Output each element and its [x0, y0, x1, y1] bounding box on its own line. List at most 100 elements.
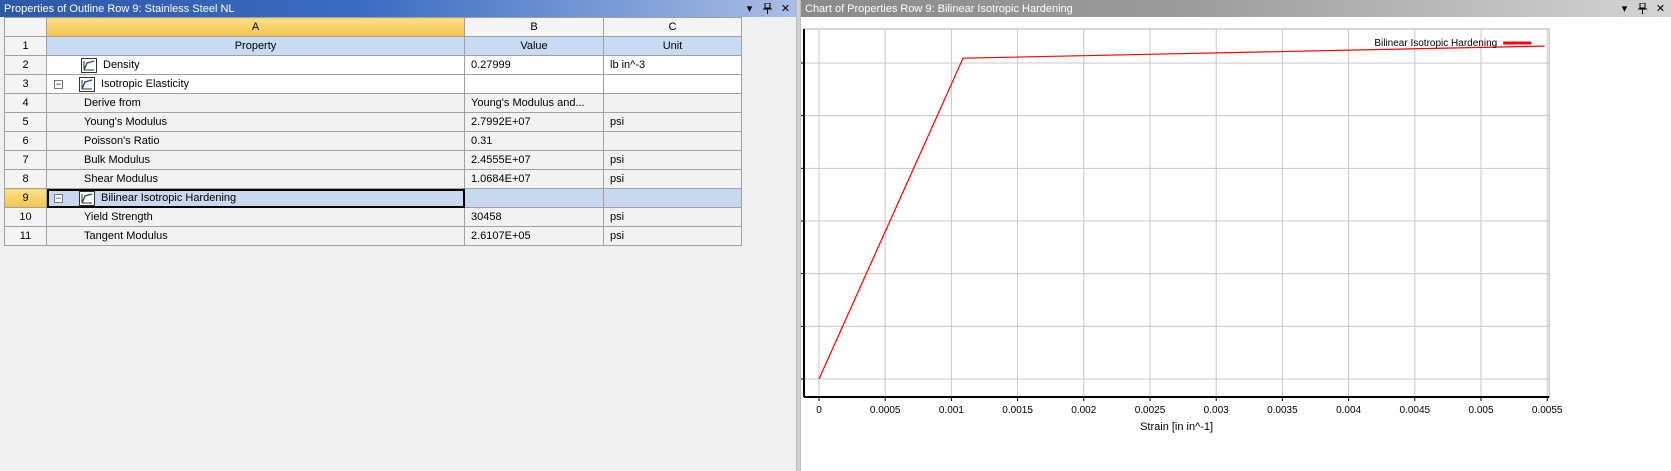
property-cell[interactable]: Shear Modulus [46, 169, 465, 189]
x-axis-title: Strain [in in^-1] [1140, 421, 1213, 433]
unit-cell[interactable]: lb in^-3 [603, 55, 742, 75]
property-row[interactable]: 10 Yield Strength 30458 psi [4, 207, 742, 227]
close-icon[interactable]: ✕ [777, 2, 794, 16]
properties-title: Properties of Outline Row 9: Stainless S… [4, 2, 235, 15]
pin-icon[interactable] [1634, 2, 1651, 16]
x-tick-label: 0.002 [1071, 405, 1096, 416]
x-tick-label: 0.0015 [1002, 405, 1033, 416]
property-cell[interactable]: Density [46, 55, 465, 75]
property-row[interactable]: 6 Poisson's Ratio 0.31 [4, 131, 742, 151]
property-chart-icon[interactable] [79, 76, 95, 92]
property-row[interactable]: 5 Young's Modulus 2.7992E+07 psi [4, 112, 742, 132]
value-cell[interactable]: 2.7992E+07 [464, 112, 604, 132]
value-cell[interactable] [464, 74, 604, 94]
x-tick-label: 0.0055 [1532, 405, 1563, 416]
column-header-a[interactable]: A [46, 17, 465, 37]
property-grid: A B C 1 Property Value Unit 2 Density 0.27… [4, 17, 742, 246]
value-cell[interactable]: 0.31 [464, 131, 604, 151]
plot-area [803, 28, 1550, 398]
property-label: Isotropic Elasticity [101, 78, 190, 90]
row-number[interactable]: 5 [4, 112, 47, 132]
property-cell[interactable]: − Isotropic Elasticity [46, 74, 465, 94]
value-cell[interactable]: Young's Modulus and... [464, 93, 604, 113]
stress-strain-chart: 0 0.0005 0.001 0.0015 0.002 0.0025 0.003 0.0035… [801, 28, 1563, 433]
unit-cell[interactable] [603, 93, 742, 113]
unit-cell[interactable]: psi [603, 169, 742, 189]
row-number[interactable]: 10 [4, 207, 47, 227]
chart-titlebar[interactable]: Chart of Properties Row 9: Bilinear Isot… [801, 0, 1671, 17]
unit-header: Unit [603, 36, 742, 56]
dropdown-icon[interactable]: ▾ [1616, 2, 1633, 16]
property-cell[interactable]: Derive from [46, 93, 465, 113]
unit-cell[interactable]: psi [603, 226, 742, 246]
value-cell[interactable]: 2.4555E+07 [464, 150, 604, 170]
chart-panel: Chart of Properties Row 9: Bilinear Isot… [801, 0, 1671, 471]
properties-titlebar[interactable]: Properties of Outline Row 9: Stainless S… [0, 0, 796, 17]
property-cell[interactable]: Young's Modulus [46, 112, 465, 132]
value-cell[interactable]: 30458 [464, 207, 604, 227]
row-number[interactable]: 11 [4, 226, 47, 246]
x-tick-label: 0.001 [939, 405, 964, 416]
x-tick-label: 0 [816, 405, 822, 416]
row-number[interactable]: 7 [4, 150, 47, 170]
property-header-row: 1 Property Value Unit [4, 36, 742, 56]
x-tick-label: 0.0045 [1400, 405, 1431, 416]
value-cell[interactable]: 0.27999 [464, 55, 604, 75]
column-header-b[interactable]: B [464, 17, 604, 37]
property-cell[interactable]: Bulk Modulus [46, 150, 465, 170]
x-tick-label: 0.0025 [1135, 405, 1166, 416]
property-row[interactable]: 4 Derive from Young's Modulus and... [4, 93, 742, 113]
property-cell[interactable]: Tangent Modulus [46, 226, 465, 246]
value-cell[interactable]: 1.0684E+07 [464, 169, 604, 189]
property-cell[interactable]: Poisson's Ratio [46, 131, 465, 151]
row-number[interactable]: 2 [4, 55, 47, 75]
unit-cell[interactable]: psi [603, 150, 742, 170]
property-cell[interactable]: − Bilinear Isotropic Hardening [46, 188, 465, 208]
unit-cell[interactable]: psi [603, 207, 742, 227]
x-tick-label: 0.0005 [870, 405, 901, 416]
x-tick-label: 0.005 [1468, 405, 1493, 416]
property-row[interactable]: 7 Bulk Modulus 2.4555E+07 psi [4, 150, 742, 170]
value-header: Value [464, 36, 604, 56]
unit-cell[interactable] [603, 74, 742, 94]
row-number[interactable]: 1 [4, 36, 47, 56]
row-number[interactable]: 3 [4, 74, 47, 94]
dropdown-icon[interactable]: ▾ [741, 2, 758, 16]
property-row[interactable]: 2 Density 0.27999 lb in^-3 [4, 55, 742, 75]
property-cell[interactable]: Yield Strength [46, 207, 465, 227]
row-number[interactable]: 4 [4, 93, 47, 113]
property-chart-icon[interactable] [81, 57, 97, 73]
row-number[interactable]: 9 [4, 188, 47, 208]
pin-icon[interactable] [759, 2, 776, 16]
collapse-icon[interactable]: − [54, 193, 63, 203]
column-header-c[interactable]: C [603, 17, 742, 37]
x-tick-label: 0.003 [1204, 405, 1229, 416]
property-header: Property [46, 36, 465, 56]
chart-area[interactable]: 0 0.0005 0.001 0.0015 0.002 0.0025 0.003 0.0035… [801, 17, 1671, 471]
column-header-row: A B C [4, 17, 742, 37]
property-row[interactable]: 11 Tangent Modulus 2.6107E+05 psi [4, 226, 742, 246]
property-label: Poisson's Ratio [84, 135, 160, 147]
property-row[interactable]: 8 Shear Modulus 1.0684E+07 psi [4, 169, 742, 189]
unit-cell[interactable] [603, 188, 742, 208]
unit-cell[interactable]: psi [603, 112, 742, 132]
property-label: Yield Strength [84, 211, 153, 223]
chart-title: Chart of Properties Row 9: Bilinear Isot… [805, 2, 1073, 15]
value-cell[interactable]: 2.6107E+05 [464, 226, 604, 246]
row-number[interactable]: 8 [4, 169, 47, 189]
row-number[interactable]: 6 [4, 131, 47, 151]
property-label: Bilinear Isotropic Hardening [101, 192, 237, 204]
property-chart-icon[interactable] [79, 190, 95, 206]
property-row[interactable]: 3− Isotropic Elasticity [4, 74, 742, 94]
x-tick-label: 0.004 [1336, 405, 1361, 416]
property-row[interactable]: 9− Bilinear Isotropic Hardening [4, 188, 742, 208]
corner-cell[interactable] [4, 17, 47, 37]
unit-cell[interactable] [603, 131, 742, 151]
properties-panel: Properties of Outline Row 9: Stainless S… [0, 0, 796, 471]
property-label: Shear Modulus [84, 173, 158, 185]
x-tick-label: 0.0035 [1267, 405, 1298, 416]
close-icon[interactable]: ✕ [1652, 2, 1669, 16]
property-label: Tangent Modulus [84, 230, 168, 242]
collapse-icon[interactable]: − [54, 79, 63, 89]
value-cell[interactable] [464, 188, 604, 208]
